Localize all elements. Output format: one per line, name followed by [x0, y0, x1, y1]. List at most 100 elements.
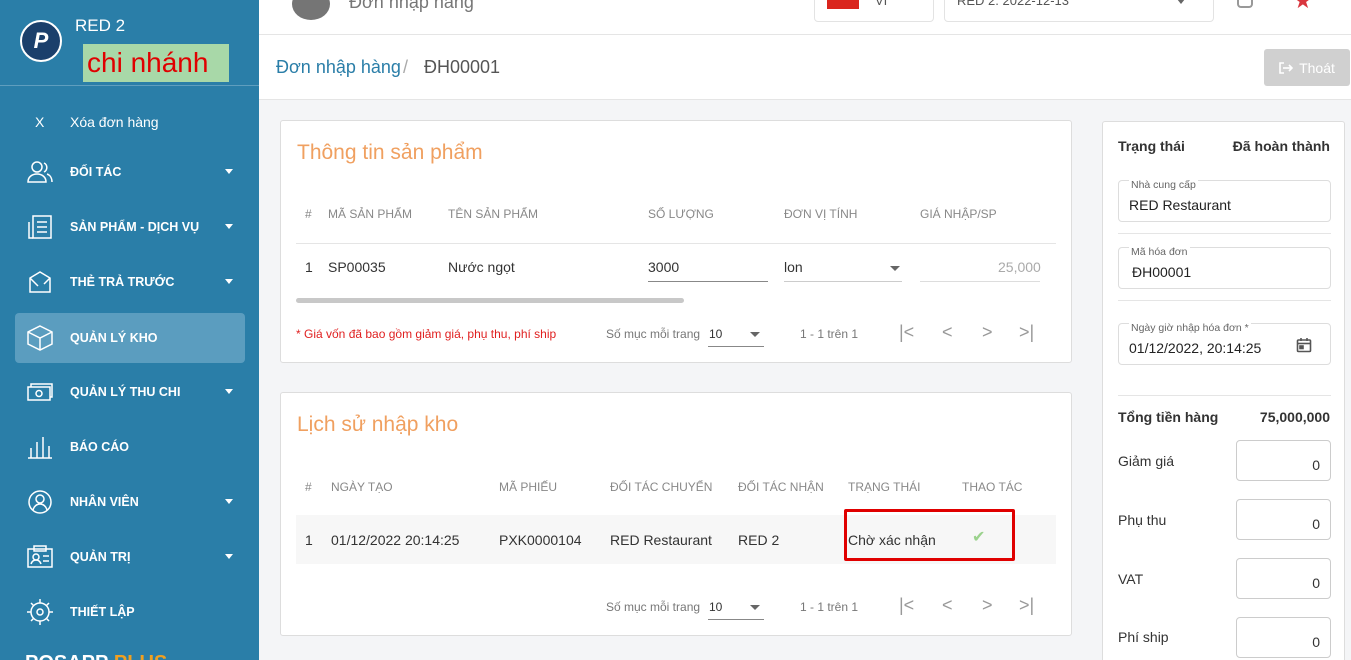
- column-header: ĐƠN VỊ TÍNH: [784, 207, 858, 221]
- supplier-label: Nhà cung cấp: [1129, 179, 1198, 191]
- menu-toggle-button[interactable]: [292, 0, 330, 20]
- sidebar-item-label: QUẢN TRỊ: [70, 550, 131, 564]
- vat-label: VAT: [1118, 571, 1144, 587]
- exit-icon: [1279, 61, 1294, 74]
- exit-button[interactable]: Thoát: [1264, 49, 1350, 86]
- clear-icon[interactable]: X: [35, 114, 44, 130]
- first-page-button[interactable]: |<: [899, 595, 914, 616]
- clear-order-link[interactable]: Xóa đơn hàng: [70, 114, 159, 130]
- sidebar-item-label: BÁO CÁO: [70, 440, 130, 454]
- chevron-down-icon: [225, 169, 233, 174]
- unit-underline: [784, 281, 902, 282]
- sidebar-item-warehouse[interactable]: QUẢN LÝ KHO: [15, 313, 245, 363]
- sidebar-item-label: QUẢN LÝ THU CHI: [70, 385, 181, 399]
- price-note: * Giá vốn đã bao gồm giảm giá, phụ thu, …: [296, 327, 557, 341]
- discount-value: 0: [1312, 457, 1320, 473]
- row-index: 1: [305, 259, 313, 275]
- sidebar-item-products[interactable]: SẢN PHẨM - DỊCH VỤ: [15, 202, 245, 252]
- app-logo: P: [20, 20, 62, 62]
- report-icon: [25, 433, 55, 461]
- per-page-select[interactable]: 10: [709, 600, 722, 614]
- order-summary-panel: Trạng thái Đã hoàn thành Nhà cung cấp RE…: [1102, 121, 1345, 660]
- column-header: NGÀY TẠO: [331, 480, 393, 494]
- calendar-icon[interactable]: [1296, 337, 1312, 353]
- sidebar-item-label: NHÂN VIÊN: [70, 495, 139, 509]
- breadcrumb: Đơn nhập hàng / ĐH00001 Thoát: [259, 35, 1351, 100]
- star-icon[interactable]: ★: [1293, 0, 1313, 14]
- first-page-button[interactable]: |<: [899, 322, 914, 343]
- prev-page-button[interactable]: <: [942, 322, 953, 343]
- language-value: VI: [875, 0, 888, 8]
- product-info-card: Thông tin sản phẩm # MÃ SẢN PHẨM TÊN SẢN…: [280, 120, 1072, 363]
- next-page-button[interactable]: >: [982, 322, 993, 343]
- settings-icon: [25, 598, 55, 626]
- column-header: TRẠNG THÁI: [848, 480, 921, 494]
- chevron-down-icon: [225, 389, 233, 394]
- per-page-label: Số mục mỗi trang: [606, 327, 701, 341]
- store-select[interactable]: RED 2. 2022-12-13: [944, 0, 1214, 22]
- quantity-underline: [648, 281, 768, 282]
- product-name: Nước ngọt: [448, 259, 515, 275]
- datetime-value: 01/12/2022, 20:14:25: [1129, 340, 1262, 356]
- breadcrumb-link[interactable]: Đơn nhập hàng: [276, 57, 401, 78]
- warehouse-icon: [25, 324, 55, 352]
- branch-annotation: chi nhánh: [83, 44, 229, 82]
- sidebar-item-report[interactable]: BÁO CÁO: [15, 422, 245, 472]
- sidebar-divider: [0, 85, 259, 86]
- products-icon: [25, 213, 55, 241]
- vat-input[interactable]: 0: [1236, 558, 1331, 599]
- sender-partner: RED Restaurant: [610, 532, 712, 548]
- horizontal-scrollbar[interactable]: [296, 298, 684, 303]
- unit-select[interactable]: lon: [784, 259, 803, 275]
- breadcrumb-separator: /: [403, 57, 409, 77]
- page-title: Đơn nhập hàng: [349, 0, 474, 12]
- status-badge: Chờ xác nhận: [848, 532, 936, 548]
- chevron-down-icon: [750, 332, 760, 337]
- brand-suffix: PLUS: [114, 652, 167, 660]
- prev-page-button[interactable]: <: [942, 595, 953, 616]
- divider: [1118, 300, 1331, 301]
- branch-name[interactable]: RED 2: [75, 16, 125, 36]
- quantity-input[interactable]: 3000: [648, 259, 679, 275]
- datetime-field[interactable]: Ngày giờ nhập hóa đơn * 01/12/2022, 20:1…: [1118, 322, 1331, 365]
- next-page-button[interactable]: >: [982, 595, 993, 616]
- receiver-partner: RED 2: [738, 532, 780, 548]
- sidebar-item-admin[interactable]: QUẢN TRỊ: [15, 532, 245, 582]
- sidebar-item-cash[interactable]: QUẢN LÝ THU CHI: [15, 367, 245, 417]
- ship-value: 0: [1312, 634, 1320, 650]
- supplier-field[interactable]: Nhà cung cấp RED Restaurant: [1118, 179, 1331, 222]
- sidebar-item-prepaid-card[interactable]: THẺ TRẢ TRƯỚC: [15, 257, 245, 307]
- surcharge-input[interactable]: 0: [1236, 499, 1331, 540]
- language-select[interactable]: VI: [814, 0, 934, 22]
- last-page-button[interactable]: >|: [1019, 595, 1034, 616]
- created-date: 01/12/2022 20:14:25: [331, 532, 460, 548]
- check-icon[interactable]: ✔: [972, 527, 985, 547]
- cash-icon: [25, 378, 55, 406]
- sidebar-item-label: QUẢN LÝ KHO: [70, 331, 158, 345]
- per-page-select[interactable]: 10: [709, 327, 722, 341]
- per-page-label: Số mục mỗi trang: [606, 600, 701, 614]
- sidebar-item-staff[interactable]: NHÂN VIÊN: [15, 477, 245, 527]
- price-underline: [920, 281, 1040, 282]
- per-page-underline: [708, 346, 764, 347]
- total-value: 75,000,000: [1259, 409, 1330, 425]
- import-history-title: Lịch sử nhập kho: [297, 413, 459, 436]
- prepaid-card-icon: [25, 268, 55, 296]
- sidebar-item-settings[interactable]: THIẾT LẬP: [15, 587, 245, 637]
- per-page-underline: [708, 619, 764, 620]
- row-index: 1: [305, 532, 313, 548]
- last-page-button[interactable]: >|: [1019, 322, 1034, 343]
- column-header: MÃ PHIẾU: [499, 480, 558, 494]
- invoice-field[interactable]: Mã hóa đơn ĐH00001: [1118, 246, 1331, 289]
- total-label: Tổng tiền hàng: [1118, 409, 1219, 425]
- bell-icon[interactable]: [1237, 0, 1253, 8]
- column-header: THAO TÁC: [962, 480, 1023, 494]
- discount-input[interactable]: 0: [1236, 440, 1331, 481]
- partners-icon: [25, 158, 55, 186]
- sidebar-item-partners[interactable]: ĐỐI TÁC: [15, 147, 245, 197]
- ship-input[interactable]: 0: [1236, 617, 1331, 658]
- sidebar: P RED 2 chi nhánh X Xóa đơn hàng ĐỐI TÁC…: [0, 0, 259, 660]
- chevron-down-icon: [225, 279, 233, 284]
- brand-footer: POSAPP PLUS: [25, 652, 167, 660]
- import-history-card: Lịch sử nhập kho # NGÀY TẠO MÃ PHIẾU ĐỐI…: [280, 392, 1072, 636]
